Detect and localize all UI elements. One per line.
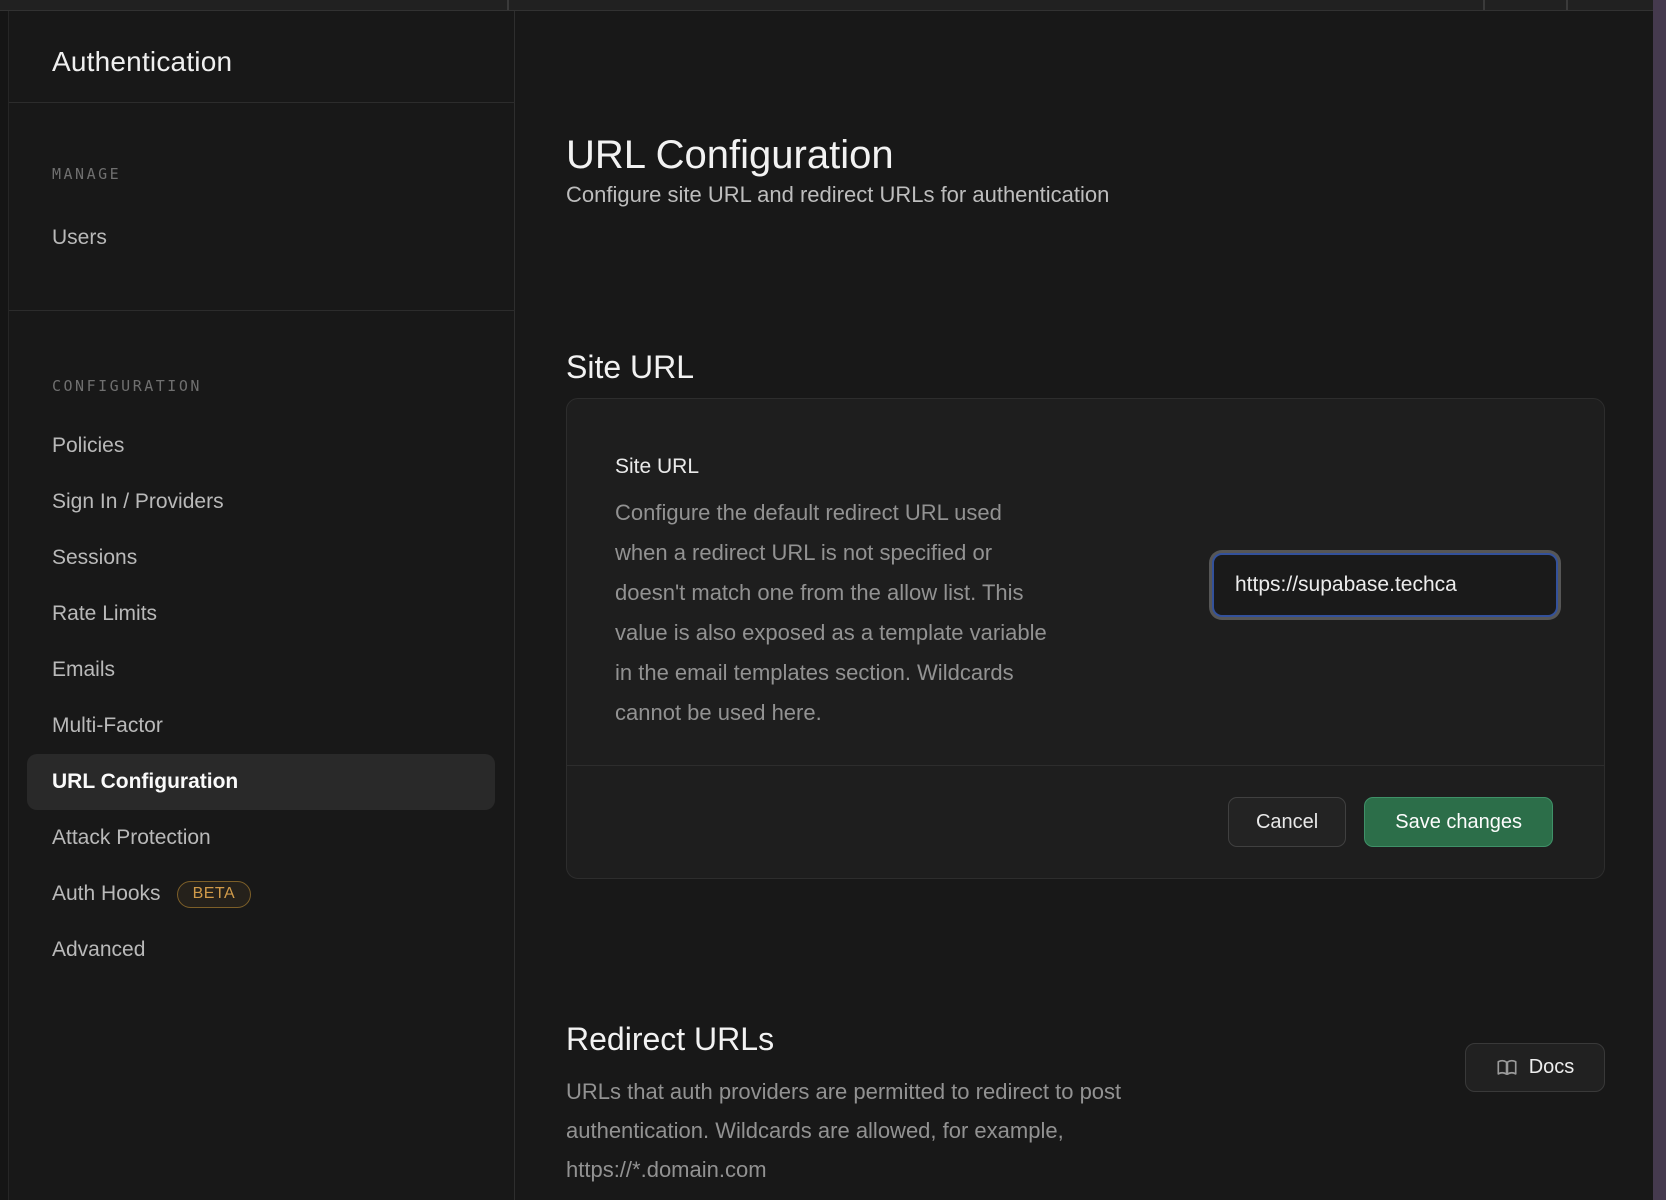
main-content: URL Configuration Configure site URL and…	[566, 0, 1605, 1200]
sidebar-item-sessions[interactable]: Sessions	[27, 530, 495, 586]
topbar-divider	[507, 0, 509, 10]
sidebar-item-label: Policies	[52, 434, 124, 458]
top-edge-bar	[0, 0, 1666, 11]
cancel-button[interactable]: Cancel	[1228, 797, 1346, 847]
site-url-card: Site URL Configure the default redirect …	[566, 398, 1605, 879]
sidebar-item-label: Users	[52, 226, 107, 250]
sidebar-item-auth-hooks[interactable]: Auth Hooks BETA	[27, 866, 495, 922]
sidebar-title: Authentication	[52, 46, 232, 78]
sidebar-item-label: Advanced	[52, 938, 145, 962]
site-url-heading: Site URL	[566, 349, 694, 386]
configuration-nav-list: Policies Sign In / Providers Sessions Rate …	[8, 418, 515, 978]
right-edge-strip	[1653, 0, 1666, 1200]
section-label-configuration: CONFIGURATION	[52, 377, 202, 395]
site-url-input[interactable]	[1212, 553, 1558, 617]
topbar-divider	[1566, 0, 1568, 10]
topbar-divider	[1483, 0, 1485, 10]
page-subtitle: Configure site URL and redirect URLs for…	[566, 182, 1109, 208]
manage-nav-list: Users	[8, 210, 515, 266]
redirect-urls-description: URLs that auth providers are permitted t…	[566, 1072, 1326, 1189]
sidebar-item-label: Sessions	[52, 546, 137, 570]
auth-sidebar: Authentication MANAGE Users CONFIGURATIO…	[8, 10, 515, 1200]
sidebar-item-url-configuration[interactable]: URL Configuration	[27, 754, 495, 810]
sidebar-item-rate-limits[interactable]: Rate Limits	[27, 586, 495, 642]
site-url-field-description: Configure the default redirect URL used …	[615, 493, 1155, 733]
divider	[8, 102, 515, 103]
book-icon	[1496, 1057, 1518, 1079]
page-title: URL Configuration	[566, 133, 894, 178]
sidebar-item-sign-in-providers[interactable]: Sign In / Providers	[27, 474, 495, 530]
sidebar-item-label: URL Configuration	[52, 770, 238, 794]
save-changes-button[interactable]: Save changes	[1364, 797, 1553, 847]
sidebar-item-advanced[interactable]: Advanced	[27, 922, 495, 978]
sidebar-item-users[interactable]: Users	[27, 210, 495, 266]
sidebar-item-emails[interactable]: Emails	[27, 642, 495, 698]
redirect-urls-heading: Redirect URLs	[566, 1021, 774, 1058]
sidebar-item-label: Emails	[52, 658, 115, 682]
sidebar-item-label: Rate Limits	[52, 602, 157, 626]
sidebar-item-policies[interactable]: Policies	[27, 418, 495, 474]
divider	[8, 310, 515, 311]
docs-button[interactable]: Docs	[1465, 1043, 1605, 1092]
docs-button-label: Docs	[1529, 1056, 1575, 1079]
site-url-field-label: Site URL	[615, 455, 699, 479]
beta-badge: BETA	[177, 881, 252, 908]
sidebar-item-label: Sign In / Providers	[52, 490, 224, 514]
sidebar-item-label: Auth Hooks	[52, 882, 161, 906]
site-url-card-footer: Cancel Save changes	[567, 765, 1604, 878]
sidebar-item-label: Multi-Factor	[52, 714, 163, 738]
left-edge-strip	[0, 10, 9, 1200]
sidebar-item-label: Attack Protection	[52, 826, 211, 850]
section-label-manage: MANAGE	[52, 165, 121, 183]
sidebar-item-attack-protection[interactable]: Attack Protection	[27, 810, 495, 866]
sidebar-item-multi-factor[interactable]: Multi-Factor	[27, 698, 495, 754]
